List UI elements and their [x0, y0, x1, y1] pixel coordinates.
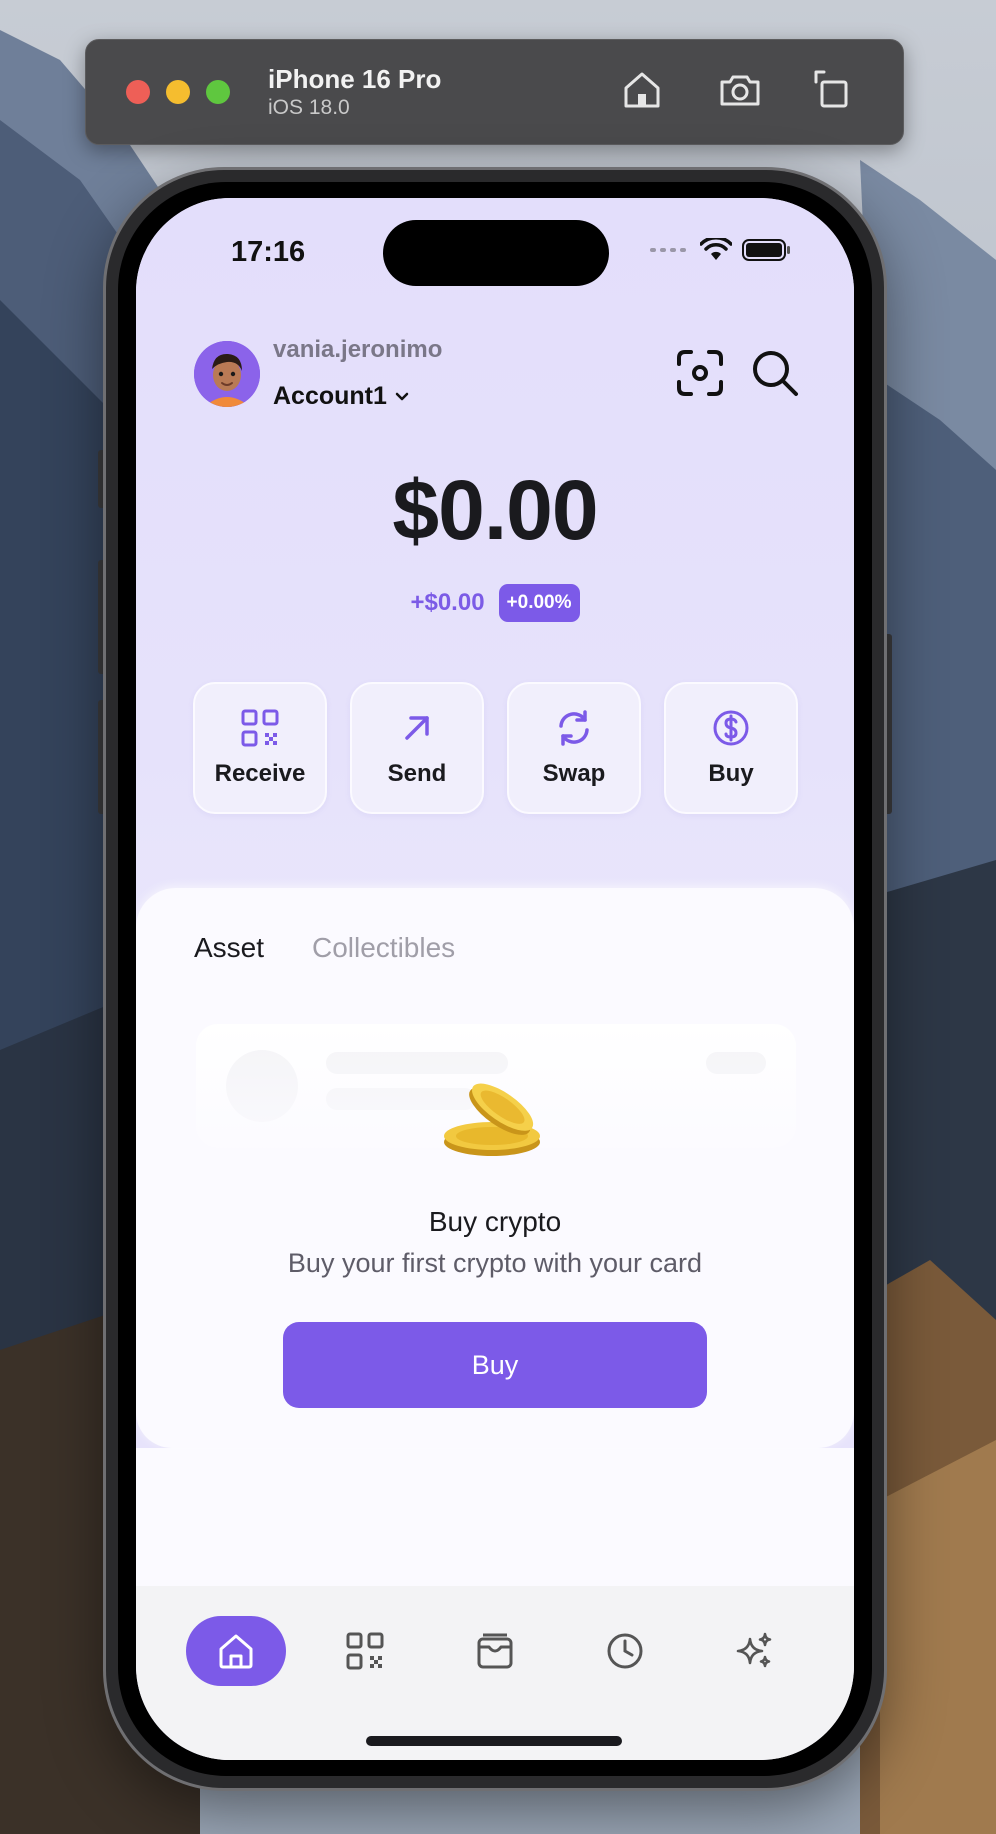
- action-button: [98, 450, 106, 508]
- action-label: Send: [387, 760, 447, 787]
- balance-change: +$0.00 +0.00%: [136, 584, 854, 622]
- nav-home[interactable]: [186, 1616, 286, 1686]
- empty-state-title: Buy crypto: [428, 1206, 562, 1237]
- power-button: [884, 634, 892, 814]
- coin-icon: [444, 1083, 540, 1156]
- zoom-window-button[interactable]: [206, 80, 230, 104]
- scan-button[interactable]: [675, 348, 725, 398]
- receive-button[interactable]: Receive: [193, 682, 327, 814]
- nav-wallet[interactable]: [445, 1616, 545, 1686]
- sparkles-icon: [736, 1632, 772, 1668]
- buy-crypto-button[interactable]: Buy: [283, 1322, 707, 1408]
- scan-icon: [677, 350, 723, 396]
- empty-state-subtitle: Buy your first crypto with your card: [287, 1248, 703, 1278]
- tab-collectibles[interactable]: Collectibles: [312, 932, 455, 964]
- change-amount: +$0.00: [410, 589, 485, 616]
- screenshot-icon: [720, 75, 760, 106]
- search-button[interactable]: [750, 348, 800, 398]
- dynamic-island: [383, 220, 609, 286]
- change-percent-badge: +0.00%: [498, 584, 580, 622]
- rotate-icon: [814, 70, 848, 108]
- assets-card: Asset Collectibles Buy crypto Buy your f…: [136, 888, 854, 1448]
- device-name: iPhone 16 Pro: [268, 64, 442, 94]
- action-label: Swap: [542, 760, 606, 787]
- simulator-screenshot-button[interactable]: [714, 66, 766, 114]
- battery-icon: [742, 239, 790, 261]
- send-button[interactable]: Send: [350, 682, 484, 814]
- nav-history[interactable]: [575, 1616, 675, 1686]
- minimize-window-button[interactable]: [166, 80, 190, 104]
- account-name: Account1: [273, 382, 387, 410]
- avatar[interactable]: [194, 341, 260, 407]
- nav-ai[interactable]: [704, 1616, 804, 1686]
- wallet-icon: [477, 1633, 513, 1669]
- action-label: Buy: [708, 760, 754, 787]
- history-icon: [607, 1633, 643, 1669]
- volume-up-button: [98, 560, 106, 674]
- simulator-home-button[interactable]: [616, 66, 668, 114]
- home-indicator: [366, 1736, 622, 1746]
- chevron-down-icon: [395, 392, 409, 400]
- action-label: Receive: [214, 760, 306, 787]
- search-icon: [753, 351, 798, 396]
- swap-button[interactable]: Swap: [507, 682, 641, 814]
- account-selector[interactable]: Account1: [273, 382, 411, 411]
- status-icons: [650, 238, 792, 262]
- dollar-circle-icon: [713, 710, 749, 746]
- bottom-nav: [136, 1586, 854, 1760]
- qr-code-icon: [241, 709, 279, 747]
- wifi-icon: [700, 238, 732, 260]
- volume-down-button: [98, 700, 106, 814]
- phone-screen: 17:16 vania.jeronimo Account1 $0.00 +$0.…: [136, 198, 854, 1760]
- arrow-up-right-icon: [405, 716, 429, 740]
- status-time: 17:16: [231, 236, 306, 268]
- swap-icon: [559, 710, 589, 746]
- home-icon: [624, 72, 660, 108]
- total-balance: $0.00: [392, 463, 598, 557]
- os-version: iOS 18.0: [268, 96, 350, 119]
- nav-receive[interactable]: [315, 1616, 415, 1686]
- avatar-image: [194, 341, 260, 407]
- close-window-button[interactable]: [126, 80, 150, 104]
- quick-actions: Receive Send Swap Buy: [193, 682, 798, 814]
- home-icon: [219, 1634, 253, 1669]
- qr-code-icon: [346, 1632, 384, 1670]
- tab-asset[interactable]: Asset: [194, 932, 264, 964]
- simulator-rotate-button[interactable]: [806, 66, 858, 114]
- buy-action-button[interactable]: Buy: [664, 682, 798, 814]
- lower-background: [136, 1448, 854, 1598]
- signal-icon: [650, 248, 686, 252]
- username: vania.jeronimo: [273, 336, 443, 363]
